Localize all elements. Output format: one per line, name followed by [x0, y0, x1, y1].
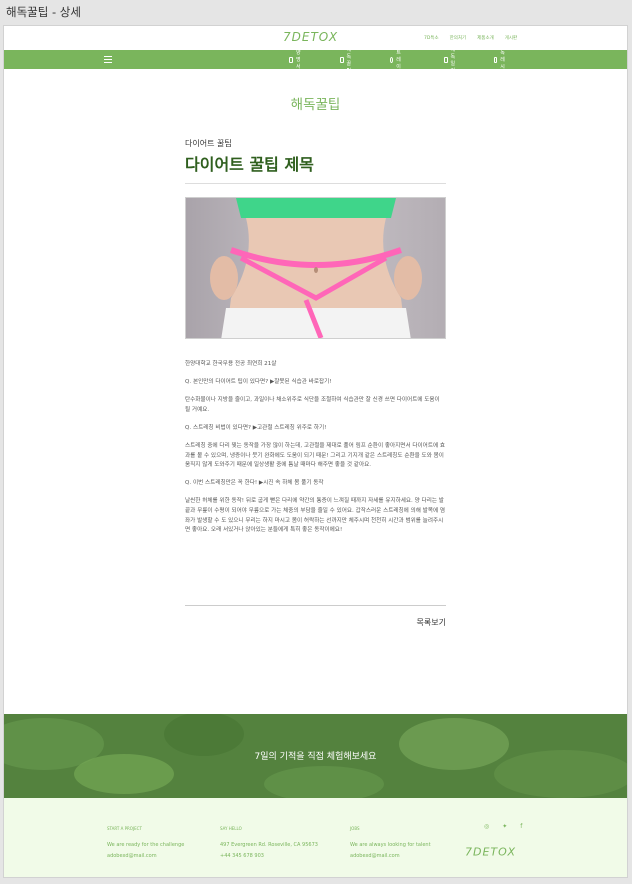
notebook-icon [444, 56, 448, 63]
main-nav: 양명서 해독꿀팁 효트레이닝 해독일지 해독레시피 [4, 43, 627, 77]
facebook-icon[interactable]: f [520, 823, 522, 830]
footer-logo-text: 7DETOX [465, 846, 516, 858]
post-paragraph: 스트레칭 중에 다리 찢는 동작을 가장 많이 하는데, 고관절을 제대로 풀어… [185, 442, 446, 469]
top-header: 7DETOX 7D특소 한의처기 제품소개 게시판 [4, 26, 627, 50]
nav-item-journal[interactable]: 해독일지 [444, 47, 458, 74]
top-link-board[interactable]: 게시판 [505, 35, 517, 41]
post-image [185, 197, 446, 339]
nav-item-label: 해독레시피 [500, 43, 505, 77]
footer-phone[interactable]: +44 345 678 903 [220, 851, 318, 862]
post-paragraph: 날씬한 허체를 위한 동작! 뒤로 굽게 뻗은 다리에 약간의 통증이 느껴질 … [185, 498, 446, 534]
nav-item-tips[interactable]: 해독꿀팁 [340, 47, 354, 74]
post-paragraph: Q. 본인만의 다이어트 팁이 있다면? ▶잘못된 식습관 바로잡기! [185, 379, 332, 386]
pulse-icon [390, 56, 394, 63]
nav-item-label: 양명서 [295, 50, 301, 70]
footer-email-link[interactable]: adobexd@mail.com [107, 851, 184, 862]
post-paragraph: Q. 이번 스트레칭만은 꼭 한다! ▶시진 속 하체 몸 풀기 동작 [185, 480, 324, 487]
footer-text: We are ready for the challenge [107, 842, 185, 848]
footer-column-jobs: JOBS We are always looking for talent ad… [350, 826, 431, 861]
cta-banner: 7일의 기적을 직접 체험해보세요 [4, 714, 627, 798]
window-title: 해독꿀팁 - 상세 [6, 5, 81, 19]
post-paragraph: Q. 스트레칭 비법이 있다면? ▶고관절 스트레칭 위주로 하기! [185, 424, 327, 431]
instagram-icon[interactable]: ◎ [484, 823, 489, 830]
nav-item-recipes[interactable]: 해독레시피 [494, 43, 508, 77]
footer-heading: SAY HELLO [220, 826, 242, 831]
site-logo[interactable]: 7DETOX [282, 29, 352, 43]
nav-item-label: 해독일지 [450, 46, 456, 74]
footer: START A PROJECT We are ready for the cha… [4, 798, 627, 877]
top-link-products[interactable]: 제품소개 [477, 35, 494, 41]
section-title: 해독꿀팁 [290, 97, 341, 113]
top-link-clinic[interactable]: 한의처기 [450, 35, 467, 41]
social-links: ◎ ✦ f [484, 823, 522, 830]
recipe-icon [494, 56, 498, 63]
nav-item-guide[interactable]: 양명서 [289, 50, 303, 70]
site-logo-text: 7DETOX [283, 30, 338, 43]
footer-logo[interactable]: 7DETOX [464, 842, 528, 859]
top-links: 7D특소 한의처기 제품소개 게시판 [424, 35, 517, 41]
footer-heading: JOBS [350, 826, 360, 831]
footer-email-link[interactable]: adobexd@mail.com [350, 851, 431, 862]
document-icon [289, 56, 293, 63]
twitter-icon[interactable]: ✦ [502, 823, 507, 830]
nav-item-label: 효트레이닝 [396, 43, 401, 77]
thumbs-up-icon [340, 56, 344, 63]
post-paragraph: 탄수화물이나 지방을 줄이고, 과일이나 채소위주로 식단을 조절하여 식습관만… [185, 397, 440, 413]
post-body: 한양대학교 한국무용 전공 최연희 21살 Q. 본인만의 다이어트 팁이 있다… [185, 360, 446, 544]
footer-heading: START A PROJECT [107, 826, 142, 831]
divider [185, 605, 446, 606]
post-title: 다이어트 꿀팁 제목 [185, 155, 314, 174]
nav-item-label: 해독꿀팁 [346, 46, 352, 74]
post-paragraph: 한양대학교 한국무용 전공 최연희 21살 [185, 361, 277, 367]
hamburger-menu-icon[interactable] [104, 56, 112, 63]
footer-text: We are always looking for talent [350, 842, 431, 848]
footer-column-hello: SAY HELLO 497 Evergreen Rd. Roseville, C… [220, 826, 318, 861]
back-to-list-button[interactable]: 목록보기 [385, 617, 446, 628]
footer-address: 497 Evergreen Rd. Roseville, CA 95673 [220, 842, 318, 848]
nav-item-training[interactable]: 효트레이닝 [390, 43, 404, 77]
top-link-about[interactable]: 7D특소 [424, 35, 439, 41]
browser-viewport: 7DETOX 7D특소 한의처기 제품소개 게시판 양명서 해독꿀팁 효트레이닝 [3, 25, 628, 878]
post-category: 다이어트 꿀팁 [185, 139, 232, 148]
banner-text: 7일의 기적을 직접 체험해보세요 [254, 752, 377, 762]
footer-column-project: START A PROJECT We are ready for the cha… [107, 826, 184, 861]
divider [185, 183, 446, 184]
